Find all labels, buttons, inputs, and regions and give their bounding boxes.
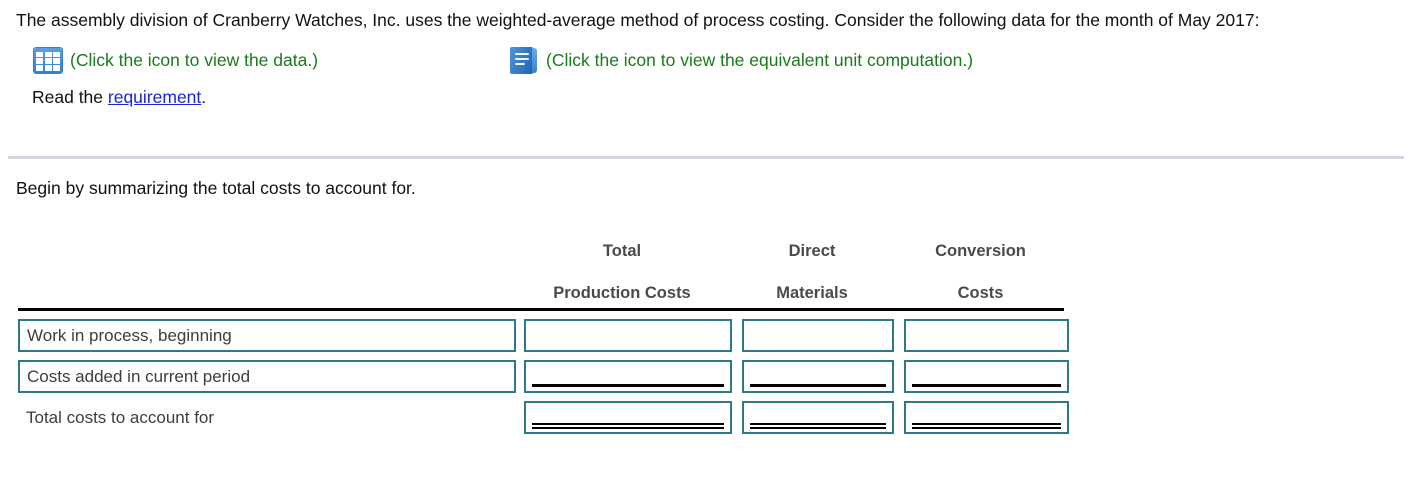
problem-statement-block: The assembly division of Cranberry Watch…	[0, 0, 1410, 108]
total-rule	[912, 423, 1061, 429]
row-label-input-work-in-process-beginning[interactable]: Work in process, beginning	[18, 319, 516, 352]
input-conversion-costs-row1[interactable]	[904, 319, 1069, 352]
answer-instruction: Begin by summarizing the total costs to …	[16, 178, 416, 198]
problem-statement-text: The assembly division of Cranberry Watch…	[16, 10, 1260, 30]
answer-area: Begin by summarizing the total costs to …	[0, 178, 1410, 434]
view-data-link[interactable]: (Click the icon to view the data.)	[34, 47, 510, 73]
input-direct-materials-row1[interactable]	[742, 319, 894, 352]
table-row: Work in process, beginning	[18, 319, 1069, 352]
input-direct-materials-row2[interactable]	[742, 360, 894, 393]
col-header-conversion-costs-line2: Costs	[957, 284, 1004, 302]
col-header-total-production-costs-line1: Total	[602, 242, 642, 260]
input-direct-materials-row3[interactable]	[742, 401, 894, 434]
col-header-total-production-costs-line2: Production Costs	[553, 284, 691, 302]
read-requirement-suffix: .	[201, 87, 207, 107]
subtotal-rule	[532, 384, 724, 387]
view-equivalent-unit-computation-link[interactable]: (Click the icon to view the equivalent u…	[510, 46, 973, 74]
read-requirement-prefix: Read the	[32, 87, 108, 107]
input-total-production-costs-row1[interactable]	[524, 319, 732, 352]
view-equivalent-unit-computation-label[interactable]: (Click the icon to view the equivalent u…	[546, 50, 973, 71]
row-label-cell: Work in process, beginning	[18, 319, 516, 352]
subtotal-rule	[912, 384, 1061, 387]
row-label-total-costs-to-account-for: Total costs to account for	[26, 407, 215, 427]
table-row: Costs added in current period	[18, 360, 1069, 393]
row-label-cell: Total costs to account for	[18, 401, 516, 434]
col-header-conversion-costs-line1: Conversion	[935, 242, 1026, 260]
section-divider	[8, 156, 1404, 159]
table-header-rule	[18, 308, 1064, 311]
resource-links-row: (Click the icon to view the data.) (Clic…	[16, 43, 1396, 77]
input-total-production-costs-row2[interactable]	[524, 360, 732, 393]
total-rule	[750, 423, 886, 429]
read-requirement-row: Read the requirement.	[16, 87, 1396, 108]
requirement-link[interactable]: requirement	[108, 87, 201, 107]
input-conversion-costs-row3[interactable]	[904, 401, 1069, 434]
row-label-cell: Costs added in current period	[18, 360, 516, 393]
subtotal-rule	[750, 384, 886, 387]
col-header-direct-materials-line2: Materials	[776, 284, 848, 302]
row-label-input-costs-added-in-current-period[interactable]: Costs added in current period	[18, 360, 516, 393]
table-header-row-1: Total Direct Conversion	[18, 240, 1064, 262]
view-data-link-label[interactable]: (Click the icon to view the data.)	[70, 50, 318, 71]
total-rule	[532, 423, 724, 429]
costs-worksheet-table: Total Direct Conversion Production Costs…	[18, 240, 1069, 434]
input-conversion-costs-row2[interactable]	[904, 360, 1069, 393]
book-icon[interactable]	[510, 46, 538, 74]
table-row: Total costs to account for	[18, 401, 1069, 434]
col-header-direct-materials-line1: Direct	[788, 242, 836, 260]
grid-table-icon[interactable]	[34, 47, 62, 73]
table-header-row-2: Production Costs Materials Costs	[18, 282, 1064, 304]
input-total-production-costs-row3[interactable]	[524, 401, 732, 434]
